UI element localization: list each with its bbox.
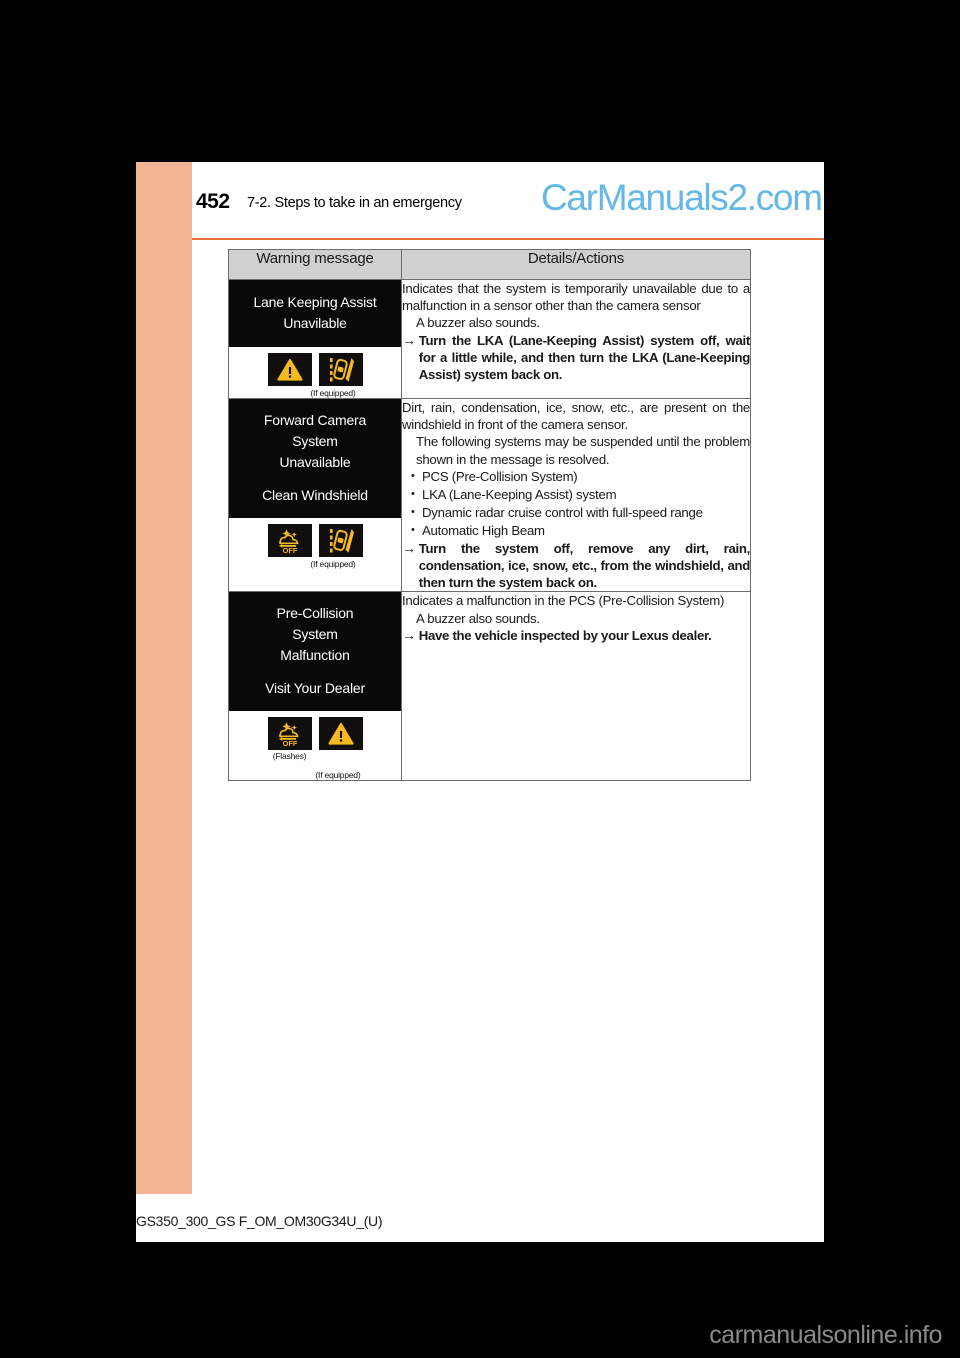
lane-departure-icon — [318, 353, 363, 386]
flashes-note: (Flashes) — [272, 751, 307, 762]
table-row: Forward Camera System Unavailable Clean … — [228, 397, 751, 593]
table-header-row: Warning message Details/Actions — [228, 249, 751, 280]
icon-wrap: OFF — [267, 524, 312, 557]
indicator-icon-row: OFF — [229, 524, 401, 557]
warning-message-cell: Lane Keeping Assist Unavilable (If equip… — [228, 279, 402, 399]
lane-departure-icon — [318, 524, 363, 557]
details-action-block: → Turn the LKA (Lane-Keeping Assist) sys… — [402, 332, 750, 384]
column-header-warning-message: Warning message — [228, 249, 402, 280]
page-number: 452 — [196, 190, 230, 213]
icon-wrap — [318, 524, 363, 557]
if-equipped-note: (If equipped) — [315, 770, 361, 781]
pcs-off-icon: OFF — [267, 524, 312, 557]
icon-wrap — [318, 353, 363, 386]
instrument-display-panel: Pre-Collision System Malfunction Visit Y… — [229, 592, 401, 712]
svg-text:OFF: OFF — [282, 739, 297, 747]
details-indent-note: A buzzer also sounds. — [416, 315, 540, 331]
arrow-icon: → — [402, 539, 416, 556]
details-indent-note: A buzzer also sounds. — [416, 610, 540, 626]
details-paragraph: Dirt, rain, condensation, ice, snow, etc… — [402, 400, 750, 433]
indicator-icon-row: OFF (Flashes) — [229, 717, 401, 761]
if-equipped-note: (If equipped) — [310, 559, 356, 569]
list-item: Automatic High Beam — [411, 521, 750, 540]
watermark-top: CarManuals2.com — [541, 177, 823, 218]
list-item: Dynamic radar cruise control with full-s… — [411, 503, 750, 522]
details-paragraph: Indicates that the system is temporarily… — [402, 281, 750, 314]
display-line: Lane Keeping Assist — [253, 294, 377, 310]
warning-message-cell: Forward Camera System Unavailable Clean … — [228, 397, 402, 593]
details-paragraph: Indicates a malfunction in the PCS (Pre-… — [402, 593, 725, 609]
icon-wrap — [318, 717, 363, 751]
details-actions-cell: Indicates that the system is temporarily… — [401, 279, 751, 399]
icon-wrap: OFF (Flashes) — [267, 717, 312, 762]
details-action-text: Turn the LKA (Lane-Keeping Assist) syste… — [418, 332, 751, 383]
header-rule — [192, 238, 824, 240]
document-footer-code: GS350_300_GS F_OM_OM30G34U_(U) — [136, 1213, 383, 1229]
display-line: Visit Your Dealer — [265, 680, 365, 697]
if-equipped-note: (If equipped) — [310, 388, 356, 398]
details-actions-cell: Indicates a malfunction in the PCS (Pre-… — [401, 591, 751, 782]
section-title: 7-2. Steps to take in an emergency — [247, 195, 462, 211]
warning-triangle-icon — [318, 717, 363, 751]
display-line: Unavailable — [279, 454, 351, 470]
column-header-details-actions: Details/Actions — [401, 249, 751, 280]
details-action-block: → Have the vehicle inspected by your Lex… — [402, 627, 750, 644]
indicator-icon-row — [229, 353, 401, 386]
display-line: System — [292, 433, 338, 449]
table-row: Lane Keeping Assist Unavilable (If equip… — [228, 279, 751, 399]
warning-message-table: Warning message Details/Actions Lane Kee… — [228, 249, 751, 782]
details-action-text: Have the vehicle inspected by your Lexus… — [418, 627, 712, 643]
details-indent-note: The following systems may be suspended u… — [416, 434, 750, 467]
details-action-text: Turn the system off, remove any dirt, ra… — [418, 540, 751, 591]
arrow-icon: → — [402, 626, 416, 643]
table-row: Pre-Collision System Malfunction Visit Y… — [228, 591, 751, 782]
details-action-block: → Turn the system off, remove any dirt, … — [402, 540, 750, 592]
page-header: 452 7-2. Steps to take in an emergency C… — [192, 177, 824, 236]
display-line-spacer — [233, 473, 397, 485]
list-item: PCS (Pre-Collision System) — [411, 467, 750, 486]
page-side-tab — [136, 162, 192, 1194]
details-bullet-list: PCS (Pre-Collision System) LKA (Lane-Kee… — [402, 467, 750, 540]
watermark-bottom: carmanualsonline.info — [709, 1321, 942, 1349]
details-actions-cell: Dirt, rain, condensation, ice, snow, etc… — [401, 397, 751, 593]
display-line: Clean Windshield — [262, 487, 368, 503]
svg-text:OFF: OFF — [282, 546, 297, 554]
display-line: Forward Camera — [263, 412, 367, 428]
display-line: Unavilable — [283, 315, 347, 331]
warning-triangle-icon — [267, 353, 312, 386]
manual-page-sheet: 452 7-2. Steps to take in an emergency C… — [136, 162, 824, 1242]
warning-message-cell: Pre-Collision System Malfunction Visit Y… — [228, 591, 402, 782]
icon-wrap — [267, 353, 312, 386]
instrument-display-panel: Lane Keeping Assist Unavilable — [229, 280, 401, 347]
display-line-spacer — [233, 666, 397, 678]
arrow-icon: → — [402, 331, 416, 348]
display-line: System — [292, 626, 338, 643]
list-item: LKA (Lane-Keeping Assist) system — [411, 485, 750, 504]
display-line: Pre-Collision — [276, 605, 354, 622]
display-line: Malfunction — [280, 647, 350, 664]
pcs-off-icon: OFF — [267, 717, 312, 751]
instrument-display-panel: Forward Camera System Unavailable Clean … — [229, 399, 401, 518]
